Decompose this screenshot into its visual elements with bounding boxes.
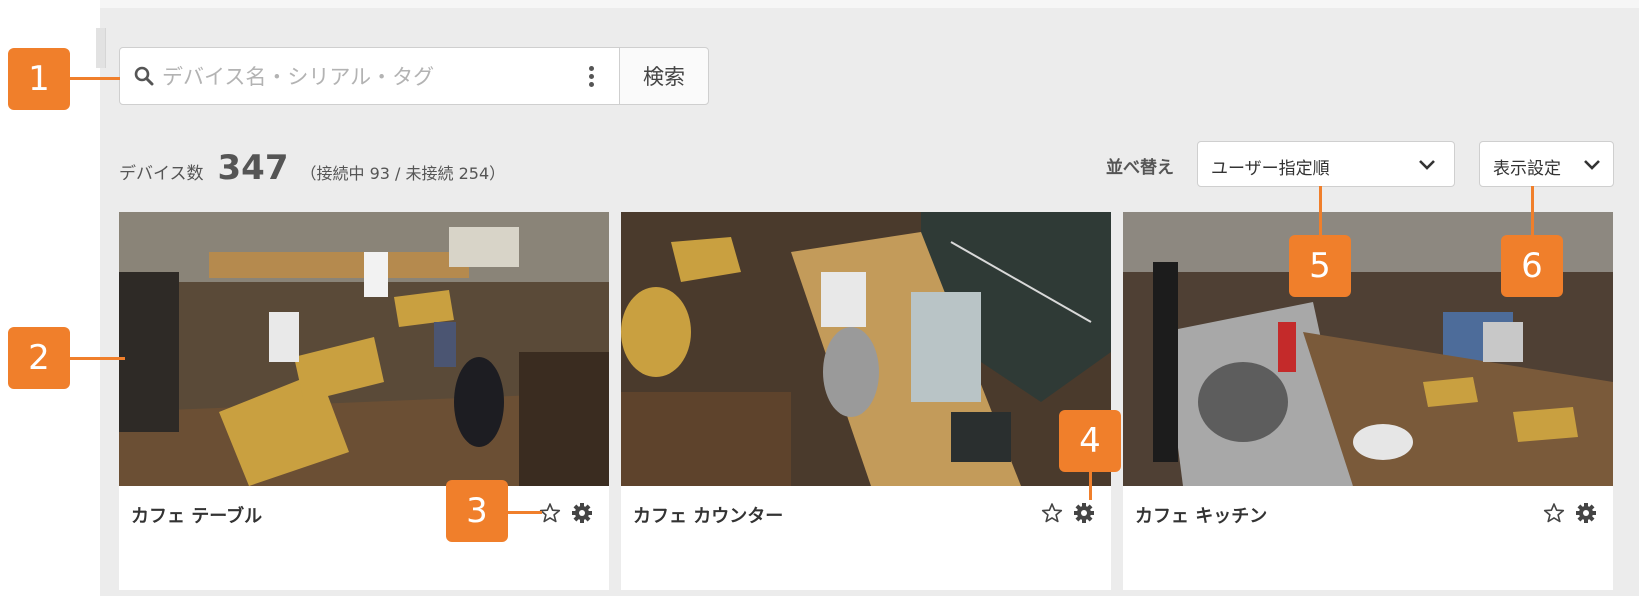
callout-line (1319, 186, 1322, 236)
callout-badge: 6 (1501, 235, 1563, 297)
device-card[interactable]: カフェ テーブル (119, 212, 609, 590)
display-settings-button[interactable]: 表示設定 (1479, 141, 1614, 187)
search-box (119, 47, 620, 105)
chevron-down-icon (1419, 160, 1435, 170)
device-card[interactable]: カフェ カウンター (621, 212, 1111, 590)
callout-badge: 5 (1289, 235, 1351, 297)
more-options-icon[interactable] (584, 64, 598, 90)
callout-line (1089, 470, 1092, 500)
search-icon (134, 66, 154, 86)
gear-icon[interactable] (571, 502, 593, 524)
device-name: カフェ テーブル (131, 506, 263, 527)
device-count-label: デバイス数 (119, 164, 204, 184)
device-name: カフェ カウンター (633, 506, 784, 527)
sort-selected-value: ユーザー指定順 (1211, 159, 1330, 179)
callout-badge: 1 (8, 48, 70, 110)
device-count-total: 347 (217, 148, 289, 188)
device-name: カフェ キッチン (1135, 506, 1268, 527)
star-icon[interactable] (1543, 502, 1565, 524)
callout-line (70, 357, 125, 360)
callout-badge: 4 (1059, 410, 1121, 472)
callout-badge: 3 (446, 480, 508, 542)
star-icon[interactable] (539, 502, 561, 524)
camera-thumbnail[interactable] (119, 212, 609, 486)
callout-line (508, 511, 542, 514)
gear-icon[interactable] (1073, 502, 1095, 524)
sort-label: 並べ替え (1106, 158, 1174, 178)
callout-badge: 2 (8, 327, 70, 389)
camera-thumbnail[interactable] (621, 212, 1111, 486)
side-tab[interactable] (96, 28, 106, 68)
chevron-down-icon (1584, 160, 1600, 170)
star-icon[interactable] (1041, 502, 1063, 524)
search-input[interactable] (162, 60, 562, 94)
sort-select[interactable]: ユーザー指定順 (1197, 141, 1455, 187)
device-count: デバイス数 347 （接続中 93 / 未接続 254） (119, 148, 505, 188)
device-count-detail: （接続中 93 / 未接続 254） (300, 164, 506, 183)
gear-icon[interactable] (1575, 502, 1597, 524)
panel-top-edge (100, 0, 1639, 8)
callout-line (70, 77, 120, 80)
callout-line (1531, 186, 1534, 236)
display-settings-label: 表示設定 (1493, 159, 1561, 179)
search-button[interactable]: 検索 (619, 47, 709, 105)
